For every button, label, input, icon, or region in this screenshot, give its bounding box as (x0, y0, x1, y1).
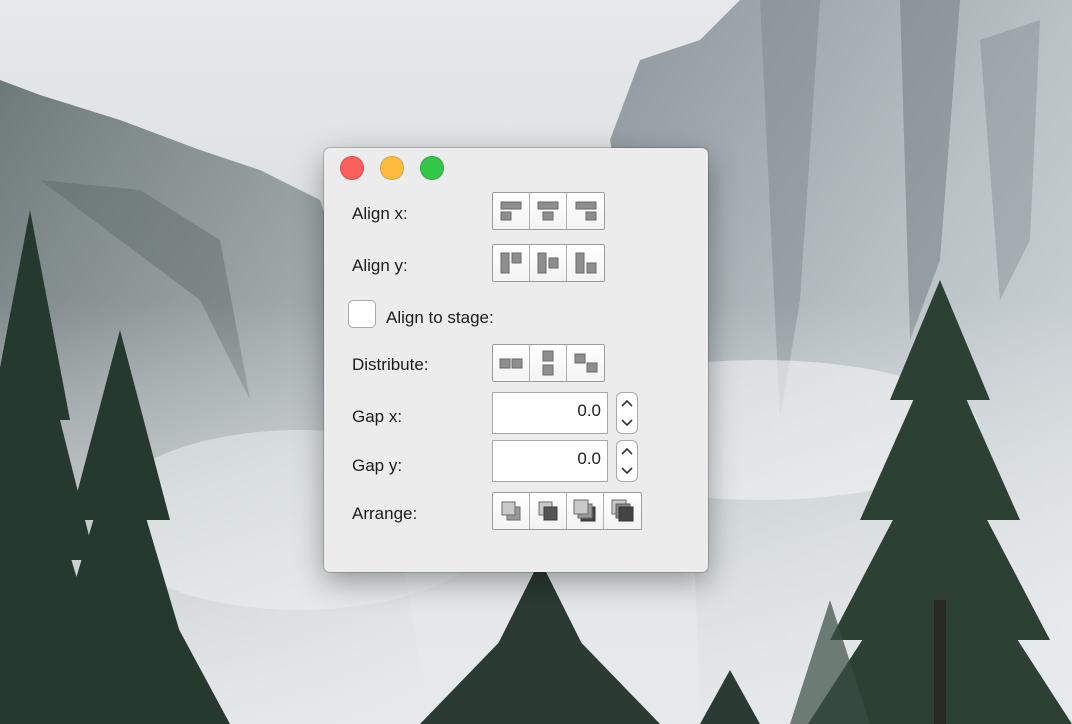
chevron-up-icon[interactable] (621, 442, 633, 460)
distribute-vertical-button[interactable] (530, 345, 567, 381)
send-backward-button[interactable] (567, 493, 604, 529)
distribute-horizontal-icon (499, 358, 523, 369)
align-center-y-button[interactable] (530, 245, 567, 281)
bring-to-front-icon (501, 501, 521, 521)
align-bottom-button[interactable] (567, 245, 604, 281)
distribute-vertical-icon (542, 350, 554, 376)
distribute-label: Distribute: (352, 355, 429, 374)
send-backward-icon (573, 499, 596, 522)
arrange-segmented-control (492, 492, 642, 530)
align-to-stage-label: Align to stage: (386, 308, 494, 327)
align-top-icon (500, 252, 522, 274)
send-to-back-button[interactable] (604, 493, 641, 529)
align-bottom-icon (575, 252, 596, 274)
align-right-icon (575, 201, 596, 221)
align-left-icon (500, 201, 522, 221)
bring-to-front-button[interactable] (493, 493, 530, 529)
gap-x-stepper[interactable] (616, 392, 638, 434)
arrange-label: Arrange: (352, 504, 418, 523)
align-center-y-icon (537, 252, 559, 274)
align-center-x-button[interactable] (530, 193, 567, 229)
align-top-button[interactable] (493, 245, 530, 281)
bring-forward-icon (538, 501, 558, 521)
zoom-button[interactable] (420, 156, 444, 180)
gap-y-stepper[interactable] (616, 440, 638, 482)
align-left-button[interactable] (493, 193, 530, 229)
distribute-segmented-control (492, 344, 605, 382)
gap-y-input[interactable]: 0.0 (492, 440, 608, 482)
align-y-segmented-control (492, 244, 605, 282)
distribute-diagonal-icon (574, 353, 597, 373)
chevron-down-icon[interactable] (621, 462, 633, 480)
gap-x-input[interactable]: 0.0 (492, 392, 608, 434)
close-button[interactable] (340, 156, 364, 180)
send-to-back-icon (611, 499, 633, 522)
gap-x-label: Gap x: (352, 407, 403, 426)
distribute-horizontal-button[interactable] (493, 345, 530, 381)
chevron-up-icon[interactable] (621, 394, 633, 412)
align-to-stage-checkbox[interactable] (348, 300, 376, 328)
gap-y-label: Gap y: (352, 456, 403, 475)
align-x-segmented-control (492, 192, 605, 230)
align-x-label: Align x: (352, 204, 408, 223)
bring-forward-button[interactable] (530, 493, 567, 529)
chevron-down-icon[interactable] (621, 414, 633, 432)
align-y-label: Align y: (352, 256, 408, 275)
align-right-button[interactable] (567, 193, 604, 229)
minimize-button[interactable] (380, 156, 404, 180)
align-center-x-icon (537, 201, 559, 221)
distribute-diagonal-button[interactable] (567, 345, 604, 381)
align-panel-window: Align x: Align y: Align to stage: Distri… (324, 148, 708, 572)
